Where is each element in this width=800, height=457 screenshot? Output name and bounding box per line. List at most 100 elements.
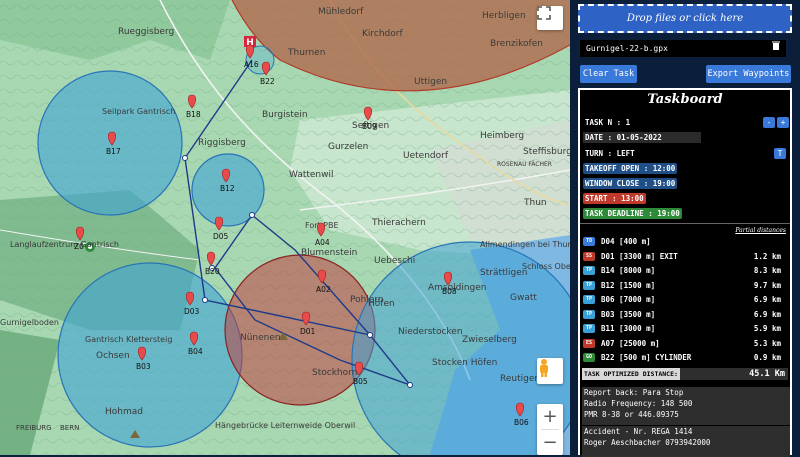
turnpoint-row[interactable]: TP B11 [3000 m] 5.9 km — [583, 323, 783, 335]
zoom-in-button[interactable]: + — [542, 404, 557, 429]
turnpoint-type-badge: TP — [583, 266, 595, 275]
map-label-reutigen: Reutigen — [500, 374, 540, 384]
street-view-button[interactable] — [537, 358, 563, 384]
waypoint-label: D01 — [300, 327, 316, 336]
zoom-out-button[interactable]: − — [542, 430, 557, 455]
turn-toggle-button[interactable]: T — [774, 148, 786, 159]
turnpoint-type-badge: TP — [583, 324, 595, 333]
optimized-distance-value: 45.1 Km — [749, 369, 785, 379]
task-deadline[interactable]: TASK DEADLINE : 19:00 — [583, 208, 682, 219]
turnpoint-name: B11 [3000 m] — [601, 324, 656, 333]
cylinder-b03 — [57, 262, 243, 448]
waypoint-label: B17 — [106, 147, 121, 156]
turnpoint-type-badge: TO — [583, 237, 595, 246]
drop-label: Drop files or click here — [626, 13, 744, 24]
map-label-stockhorn: Stockhorn — [312, 368, 357, 378]
map-label-hohmad: Hohmad — [105, 407, 143, 417]
map-label-nunenen: Nünenen — [240, 333, 281, 343]
map-label-burgistein: Burgistein — [262, 110, 308, 120]
task-plus-button[interactable]: + — [777, 117, 789, 128]
waypoint-label: B08 — [442, 287, 457, 296]
waypoint-label: B06 — [514, 418, 529, 427]
turnpoint-row[interactable]: TP B12 [1500 m] 9.7 km — [583, 280, 783, 292]
map-label-zwieselberg: Zwieselberg — [462, 335, 517, 345]
turnpoint-type-badge: TP — [583, 295, 595, 304]
map-label-herbligen: Herbligen — [482, 11, 526, 21]
map-label-langlauf: Langlaufzentrum Gantrisch — [10, 240, 119, 249]
optimized-distance-label: TASK OPTIMIZED DISTANCE: — [582, 368, 680, 380]
map-label-amsoldingen: Amsoldingen — [428, 283, 487, 293]
waypoint-label: B12 — [220, 184, 235, 193]
turnpoint-row[interactable]: TP B14 [8000 m] 8.3 km — [583, 265, 783, 277]
map-label-thurnen: Thurnen — [287, 48, 325, 58]
turnpoint-name: B12 [1500 m] — [601, 280, 656, 290]
window-close[interactable]: WINDOW CLOSE : 19:00 — [583, 178, 678, 189]
map-label-allmendingen: Allmendingen bei Thun — [480, 240, 570, 249]
turnpoint-type-badge: SS — [583, 251, 595, 261]
map-label-gurnigelboden: Gurnigelboden — [0, 318, 59, 327]
map-label-gwatt: Gwatt — [510, 293, 537, 303]
radio-frequency: Radio Frequency: 148 500 — [584, 399, 693, 408]
waypoint-label: B18 — [186, 110, 201, 119]
turnpoint-type-badge: GO — [583, 353, 595, 362]
map-label-stocken: Stocken Höfen — [432, 358, 497, 368]
map-label-blumenstein: Blumenstein — [301, 248, 357, 258]
cylinder-b14 — [37, 70, 183, 216]
loaded-file: Gurnigel-22-b.gpx — [580, 40, 786, 57]
map-label-seilpark: Seilpark Gantrisch — [102, 107, 175, 116]
pmr-channel: PMR 8-38 or 446.09375 — [584, 410, 679, 419]
map-label-gurzelen: Gurzelen — [328, 142, 368, 152]
file-name: Gurnigel-22-b.gpx — [586, 44, 668, 53]
map-label-kirchdorf: Kirchdorf — [362, 29, 403, 39]
turnpoint-row[interactable]: ES A07 [25000 m] 5.3 km — [583, 338, 783, 350]
turnpoint-name: D01 [3300 m] EXIT — [601, 251, 678, 261]
map-label-hofen: Höfen — [368, 299, 395, 309]
taskboard-title: Taskboard — [647, 92, 723, 107]
turnpoint-name: A07 [25000 m] — [601, 338, 660, 348]
turnpoint-distance: 9.7 km — [753, 280, 781, 290]
map-label-brenzikofen: Brenzikofen — [490, 39, 543, 49]
turnpoint-name: B22 [500 m] CYLINDER — [601, 353, 692, 362]
map-view[interactable]: H Rueggisberg Mühledorf Kirchdorf Herbligen… — [0, 0, 570, 455]
map-label-gantrisch: Gantrisch Klettersteig — [85, 335, 172, 344]
map-label-thierachern: Thierachern — [371, 218, 426, 228]
turnpoint-row[interactable]: GO B22 [500 m] CYLINDER 0.9 km — [583, 352, 783, 364]
waypoint-label: B03 — [136, 362, 151, 371]
waypoint-label: B05 — [353, 377, 368, 386]
turnpoint-row[interactable]: TP B06 [7000 m] 6.9 km — [583, 294, 783, 306]
turnpoint-row[interactable]: SS D01 [3300 m] EXIT 1.2 km — [583, 251, 783, 263]
waypoint-label: B09 — [362, 122, 377, 131]
turnpoint-row[interactable]: TP B03 [3500 m] 6.9 km — [583, 309, 783, 321]
file-drop-zone[interactable]: Drop files or click here — [578, 4, 792, 33]
map-label-wattenwil: Wattenwil — [289, 170, 334, 180]
waypoint-label: Z0 — [74, 242, 84, 251]
task-date[interactable]: DATE : 01-05-2022 — [583, 132, 701, 143]
map-label-schloss: Schloss Oberhofen — [522, 262, 570, 271]
map-label-steffisburg: Steffisburg — [523, 147, 570, 157]
task-minus-button[interactable]: - — [763, 117, 775, 128]
map-label-bern: BERN — [60, 424, 79, 432]
clear-task-button[interactable]: Clear Task — [580, 65, 637, 83]
turnpoint-name: B14 [8000 m] — [601, 266, 656, 275]
fullscreen-button[interactable] — [537, 6, 563, 30]
waypoint-label: B20 — [205, 267, 220, 276]
turnpoint-type-badge: TP — [583, 280, 595, 290]
start-time[interactable]: START : 13:00 — [583, 193, 646, 204]
map-label-rosenau: ROSENAU FÄCHER — [497, 161, 552, 168]
trash-icon[interactable] — [772, 40, 780, 57]
waypoint-label: D05 — [213, 232, 229, 241]
report-back: Report back: Para Stop — [584, 388, 684, 397]
export-waypoints-button[interactable]: Export Waypoints — [706, 65, 791, 83]
turnpoint-row[interactable]: TO D04 [400 m] — [583, 236, 783, 248]
turn-direction: TURN : LEFT — [585, 149, 635, 158]
map-label-hangebrucke: Hängebrücke Leiternweide Oberwil — [215, 421, 355, 430]
takeoff-open[interactable]: TAKEOFF OPEN : 12:00 — [583, 163, 678, 174]
waypoint-label: A16 — [244, 60, 259, 69]
map-canvas[interactable]: H RueggisbergMühledorfKirchdorfHerbligen… — [0, 0, 570, 455]
map-label-niederstocken: Niederstocken — [398, 327, 463, 337]
partial-distances-label: Partial distances — [735, 227, 786, 234]
waypoint-label: A04 — [315, 238, 330, 247]
fullscreen-icon — [537, 6, 551, 20]
turnpoint-name: B06 [7000 m] — [601, 295, 656, 304]
emergency-info: Accident - Nr. REGA 1414 Roger Aeschbach… — [582, 426, 790, 457]
